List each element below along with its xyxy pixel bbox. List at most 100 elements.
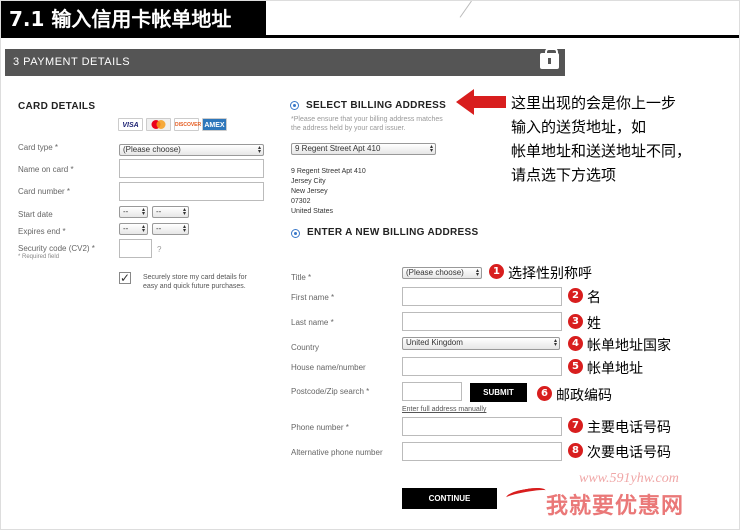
annotation-badge: 4 xyxy=(568,336,583,351)
expires-month-select[interactable]: -- ▴ ▾ xyxy=(119,223,148,235)
alt-phone-label: Alternative phone number xyxy=(291,448,383,457)
select-arrows-icon: ▴ ▾ xyxy=(257,145,261,155)
select-arrows-icon: ▴ ▾ xyxy=(475,268,479,278)
visa-logo: VISA xyxy=(118,118,143,131)
title-value: (Please choose) xyxy=(406,268,464,277)
last-name-input[interactable] xyxy=(402,312,562,331)
select-billing-heading: SELECT BILLING ADDRESS xyxy=(306,100,447,111)
start-year-select[interactable]: -- ▴ ▾ xyxy=(152,206,189,218)
first-name-label: First name * xyxy=(291,293,335,302)
annotation-badge: 1 xyxy=(489,264,504,279)
note-line: 这里出现的会是你上一步 xyxy=(511,94,677,112)
last-name-label: Last name * xyxy=(291,318,334,327)
address-line: 07302 xyxy=(291,198,311,205)
title-select[interactable]: (Please choose) ▴ ▾ xyxy=(402,267,482,279)
store-card-text-line-1: Securely store my card details for xyxy=(143,274,247,281)
enter-manually-link[interactable]: Enter full address manually xyxy=(402,406,486,413)
name-on-card-label: Name on card * xyxy=(18,165,74,174)
card-details-heading: CARD DETAILS xyxy=(18,101,96,112)
address-line: Jersey City xyxy=(291,178,326,185)
select-arrows-icon: ▴ ▾ xyxy=(182,224,186,234)
annotation-text: 次要电话号码 xyxy=(587,445,671,461)
country-label: Country xyxy=(291,343,320,352)
continue-button[interactable]: CONTINUE xyxy=(402,488,497,509)
mastercard-logo xyxy=(146,118,171,131)
title-label: Title * xyxy=(291,273,312,282)
annotation-badge: 8 xyxy=(568,443,583,458)
annotation-text: 选择性别称呼 xyxy=(508,266,592,282)
phone-label: Phone number * xyxy=(291,423,349,432)
store-card-text: Securely store my card details for easy … xyxy=(143,273,247,291)
decorative-line xyxy=(459,1,472,18)
watermark-url: www.591yhw.com xyxy=(579,471,679,486)
page-title: 7.1 输入信用卡帐单地址 xyxy=(1,1,266,38)
annotation-badge: 6 xyxy=(537,386,552,401)
annotation-text: 姓 xyxy=(587,316,601,332)
watermark-swoosh xyxy=(505,485,547,503)
annotation-text: 邮政编码 xyxy=(556,388,612,404)
required-note: * Required field xyxy=(18,254,60,260)
select-arrows-icon: ▴ ▾ xyxy=(553,338,557,348)
annotation-text: 主要电话号码 xyxy=(587,420,671,436)
red-arrow-icon xyxy=(456,89,506,115)
card-number-input[interactable] xyxy=(119,182,264,201)
first-name-input[interactable] xyxy=(402,287,562,306)
expires-year-value: -- xyxy=(156,224,162,233)
house-input[interactable] xyxy=(402,357,562,376)
submit-button[interactable]: SUBMIT xyxy=(470,383,527,402)
card-type-label: Card type * xyxy=(18,143,59,152)
alt-phone-input[interactable] xyxy=(402,442,562,461)
country-value: United Kingdom xyxy=(406,338,463,347)
phone-input[interactable] xyxy=(402,417,562,436)
billing-address-value: 9 Regent Street Apt 410 xyxy=(295,144,381,153)
expires-month-value: -- xyxy=(123,224,129,233)
card-number-label: Card number * xyxy=(18,187,71,196)
house-label: House name/number xyxy=(291,363,366,372)
expires-end-label: Expires end * xyxy=(18,227,66,236)
country-select[interactable]: United Kingdom ▴ ▾ xyxy=(402,337,560,350)
discover-logo: DISCOVER xyxy=(174,118,201,131)
annotation-text: 帐单地址国家 xyxy=(587,338,671,354)
start-year-value: -- xyxy=(156,207,162,216)
mastercard-circles-icon xyxy=(151,120,166,129)
new-billing-radio[interactable] xyxy=(291,229,300,238)
title-rule xyxy=(266,35,739,38)
note-line: 帐单地址和送送地址不同， xyxy=(511,142,692,160)
start-date-label: Start date xyxy=(18,210,53,219)
name-on-card-input[interactable] xyxy=(119,159,264,178)
annotation-text: 名 xyxy=(587,290,601,306)
expires-year-select[interactable]: -- ▴ ▾ xyxy=(152,223,189,235)
select-billing-radio[interactable] xyxy=(290,101,299,110)
billing-explanation-note: 这里出现的会是你上一步 输入的送货地址，如 帐单地址和送送地址不同， 请点选下方… xyxy=(511,91,691,187)
annotation-badge: 2 xyxy=(568,288,583,303)
postcode-input[interactable] xyxy=(402,382,462,401)
cv2-help-icon[interactable]: ? xyxy=(157,245,161,254)
section-title: 3 PAYMENT DETAILS xyxy=(13,56,131,68)
annotation-badge: 7 xyxy=(568,418,583,433)
cv2-input[interactable] xyxy=(119,239,152,258)
card-type-value: (Please choose) xyxy=(123,145,181,154)
store-card-checkbox[interactable]: ✓ xyxy=(119,272,131,284)
note-line: 输入的送货地址，如 xyxy=(511,118,647,136)
select-arrows-icon: ▴ ▾ xyxy=(182,207,186,217)
billing-address-select[interactable]: 9 Regent Street Apt 410 ▴ ▾ xyxy=(291,143,436,155)
new-billing-heading: ENTER A NEW BILLING ADDRESS xyxy=(307,227,479,238)
address-line: 9 Regent Street Apt 410 xyxy=(291,168,366,175)
amex-logo: AMEX xyxy=(202,118,227,131)
annotation-text: 帐单地址 xyxy=(587,361,643,377)
select-arrows-icon: ▴ ▾ xyxy=(429,144,433,154)
select-arrows-icon: ▴ ▾ xyxy=(141,224,145,234)
page: 7.1 输入信用卡帐单地址 3 PAYMENT DETAILS CARD DET… xyxy=(0,0,740,530)
start-month-select[interactable]: -- ▴ ▾ xyxy=(119,206,148,218)
address-line: United States xyxy=(291,208,334,215)
select-arrows-icon: ▴ ▾ xyxy=(141,207,145,217)
lock-icon xyxy=(540,48,559,69)
billing-note-line-1: *Please ensure that your billing address… xyxy=(291,116,443,123)
billing-note: *Please ensure that your billing address… xyxy=(291,115,443,133)
card-type-select[interactable]: (Please choose) ▴ ▾ xyxy=(119,144,264,156)
store-card-text-line-2: easy and quick future purchases. xyxy=(143,283,246,290)
billing-note-line-2: the address held by your card issuer. xyxy=(291,125,406,132)
postcode-label: Postcode/Zip search * xyxy=(291,387,370,396)
watermark-logo: 我就要优惠网 xyxy=(546,494,685,519)
address-line: New Jersey xyxy=(291,188,328,195)
